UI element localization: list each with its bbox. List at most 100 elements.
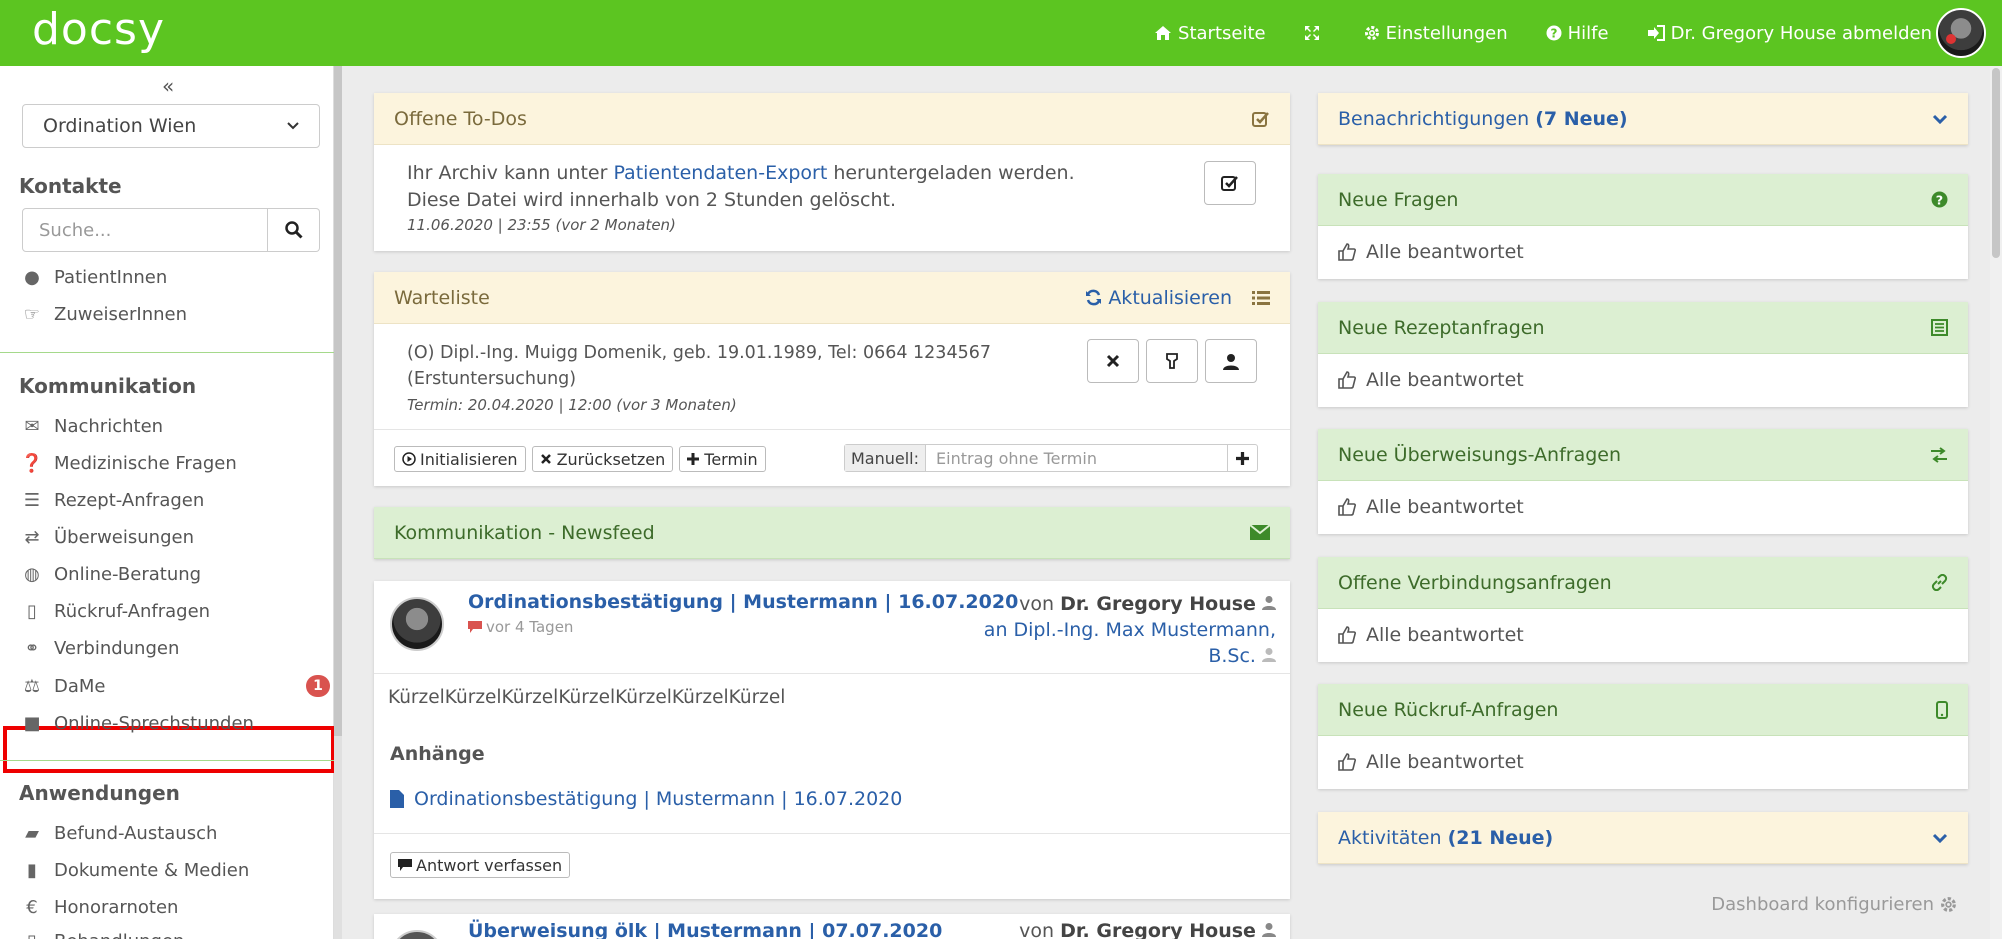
refresh-button[interactable]: Aktualisieren bbox=[1085, 287, 1232, 309]
sidebar-item-documents[interactable]: ▮ Dokumente & Medien bbox=[22, 855, 249, 885]
search-input[interactable]: Suche... bbox=[22, 208, 268, 252]
add-manual-entry-button[interactable] bbox=[1227, 445, 1257, 471]
card-status-text: Alle beantwortet bbox=[1366, 496, 1524, 518]
notifications-panel[interactable]: Benachrichtigungen (7 Neue) bbox=[1318, 93, 1968, 145]
mobile-icon[interactable] bbox=[1936, 700, 1948, 719]
divider bbox=[374, 673, 1290, 674]
appointment-button[interactable]: Termin bbox=[679, 446, 766, 472]
hand-icon bbox=[1166, 353, 1178, 369]
post-subject[interactable]: Überweisung ölk | Mustermann | 07.07.202… bbox=[468, 920, 942, 939]
sidebar-item-findings[interactable]: ▰ Befund-Austausch bbox=[22, 818, 217, 848]
post-from: Dr. Gregory House bbox=[1060, 920, 1256, 939]
todo-text-line2: Diese Datei wird innerhalb von 2 Stunden… bbox=[407, 189, 896, 211]
app-logo[interactable]: docsy bbox=[32, 4, 165, 55]
user-icon bbox=[1223, 353, 1239, 370]
sidebar-item-prescriptions[interactable]: ☰ Rezept-Anfragen bbox=[22, 485, 204, 515]
divider bbox=[374, 429, 1290, 430]
todo-done-button[interactable] bbox=[1204, 161, 1256, 205]
activities-panel[interactable]: Aktivitäten (21 Neue) bbox=[1318, 812, 1968, 864]
svg-text:?: ? bbox=[1936, 193, 1943, 208]
user-avatar[interactable] bbox=[1936, 8, 1986, 58]
reply-button[interactable]: Antwort verfassen bbox=[390, 852, 571, 878]
exchange-icon: ⇄ bbox=[24, 526, 40, 548]
sidebar-item-online-consultation[interactable]: ◍ Online-Beratung bbox=[22, 559, 201, 589]
nav-logout[interactable]: Dr. Gregory House abmelden bbox=[1647, 23, 1932, 44]
sidebar-item-callbacks[interactable]: ▯ Rückruf-Anfragen bbox=[22, 596, 210, 626]
sidebar-item-medical-questions[interactable]: ❓ Medizinische Fragen bbox=[21, 448, 237, 478]
manual-entry-input[interactable]: Eintrag ohne Termin bbox=[926, 445, 1227, 471]
list-alt-icon[interactable] bbox=[1931, 319, 1948, 336]
sidebar-item-invoices[interactable]: € Honorarnoten bbox=[22, 892, 178, 922]
notifications-count: (7 Neue) bbox=[1535, 107, 1628, 130]
scrollbar-thumb[interactable] bbox=[1992, 68, 2000, 258]
configure-dashboard-link[interactable]: Dashboard konfigurieren bbox=[1711, 894, 1957, 915]
collapse-sidebar-icon[interactable]: « bbox=[162, 74, 174, 98]
manual-entry-group: Manuell: Eintrag ohne Termin bbox=[844, 444, 1258, 472]
page-scrollbar[interactable] bbox=[1990, 66, 2002, 939]
todo-text: Ihr Archiv kann unter Patientendaten-Exp… bbox=[407, 160, 1075, 214]
todo-date: 11.06.2020 | 23:55 (vor 2 Monaten) bbox=[407, 216, 676, 234]
nav-settings[interactable]: Einstellungen bbox=[1364, 23, 1508, 44]
avatar bbox=[390, 930, 444, 939]
dame-icon: ⚖ bbox=[23, 675, 41, 697]
question-circle-icon[interactable]: ? bbox=[1931, 191, 1948, 208]
call-entry-button[interactable] bbox=[1146, 339, 1198, 383]
dame-badge: 1 bbox=[306, 675, 330, 697]
card-title: Offene Verbindungsanfragen bbox=[1338, 571, 1612, 594]
sidebar-item-referrals[interactable]: ⇄ Überweisungen bbox=[22, 522, 194, 552]
nav-home[interactable]: Startseite bbox=[1154, 23, 1266, 44]
post-subject[interactable]: Ordinationsbestätigung | Mustermann | 16… bbox=[468, 591, 1018, 613]
activities-title-text: Aktivitäten bbox=[1338, 826, 1442, 849]
nav-logout-label: Dr. Gregory House abmelden bbox=[1670, 22, 1932, 44]
chevron-down-icon[interactable] bbox=[1932, 833, 1948, 843]
chevron-down-icon[interactable] bbox=[1932, 114, 1948, 124]
post-from: Dr. Gregory House bbox=[1060, 593, 1256, 615]
initialize-button[interactable]: Initialisieren bbox=[394, 446, 526, 472]
card-status: Alle beantwortet bbox=[1318, 736, 1968, 788]
envelope-icon[interactable] bbox=[1250, 525, 1270, 540]
sidebar-item-dame[interactable]: ⚖ DaMe 1 bbox=[22, 671, 330, 701]
nav-home-label: Startseite bbox=[1178, 22, 1266, 44]
post-sender: von Dr. Gregory House bbox=[1019, 920, 1276, 939]
nav-help[interactable]: ? Hilfe bbox=[1546, 23, 1609, 44]
remove-entry-button[interactable] bbox=[1087, 339, 1139, 383]
sidebar-item-connections[interactable]: ⚭ Verbindungen bbox=[22, 633, 179, 663]
attachment-link[interactable]: Ordinationsbestätigung | Mustermann | 16… bbox=[390, 788, 902, 810]
location-select[interactable]: Ordination Wien bbox=[22, 104, 320, 148]
link-icon[interactable] bbox=[1931, 574, 1948, 591]
sidebar-item-messages[interactable]: ✉ Nachrichten bbox=[22, 411, 163, 441]
reset-button[interactable]: Zurücksetzen bbox=[531, 446, 674, 472]
list-icon[interactable] bbox=[1252, 290, 1270, 306]
thumbs-up-icon bbox=[1338, 371, 1356, 389]
fullscreen-button[interactable] bbox=[1304, 25, 1326, 41]
post-recipient-suffix[interactable]: B.Sc. bbox=[1208, 645, 1256, 667]
search-icon bbox=[284, 221, 303, 239]
post-age-text: vor 4 Tagen bbox=[486, 618, 574, 636]
sidebar-item-label: Rezept-Anfragen bbox=[54, 489, 205, 511]
card-status-text: Alle beantwortet bbox=[1366, 241, 1524, 263]
sidebar-scrollbar[interactable] bbox=[334, 66, 342, 939]
post-participants: von Dr. Gregory House an Dipl.-Ing. Max … bbox=[984, 591, 1276, 669]
sidebar-item-referrers[interactable]: ☞ ZuweiserInnen bbox=[22, 299, 187, 329]
check-square-icon[interactable] bbox=[1252, 110, 1270, 128]
scrollbar-thumb[interactable] bbox=[334, 66, 342, 736]
new-questions-card: Neue Fragen ? Alle beantwortet bbox=[1318, 174, 1968, 279]
activities-count: (21 Neue) bbox=[1447, 826, 1554, 849]
search-button[interactable] bbox=[268, 208, 320, 252]
sidebar-item-patients[interactable]: ● PatientInnen bbox=[22, 262, 167, 292]
sidebar-item-online-hours[interactable]: ■ Online-Sprechstunden bbox=[22, 708, 253, 738]
exchange-icon[interactable] bbox=[1930, 446, 1948, 463]
patient-profile-button[interactable] bbox=[1205, 339, 1257, 383]
sidebar-item-treatments[interactable]: ▯ Behandlungen ... bbox=[22, 926, 207, 939]
export-link[interactable]: Patientendaten-Export bbox=[613, 162, 827, 184]
card-status: Alle beantwortet bbox=[1318, 481, 1968, 533]
reset-label: Zurücksetzen bbox=[556, 449, 666, 469]
post-body: KürzelKürzelKürzelKürzelKürzelKürzelKürz… bbox=[388, 687, 786, 708]
waitlist-header: Warteliste Aktualisieren bbox=[374, 272, 1290, 324]
post-recipient[interactable]: an Dipl.-Ing. Max Mustermann, bbox=[984, 617, 1276, 643]
notifications-header: Benachrichtigungen (7 Neue) bbox=[1318, 93, 1968, 145]
divider bbox=[0, 352, 334, 353]
refresh-icon bbox=[1086, 289, 1102, 306]
reply-button-wrap: Antwort verfassen bbox=[390, 852, 576, 878]
waitlist-title: Warteliste bbox=[394, 286, 490, 309]
